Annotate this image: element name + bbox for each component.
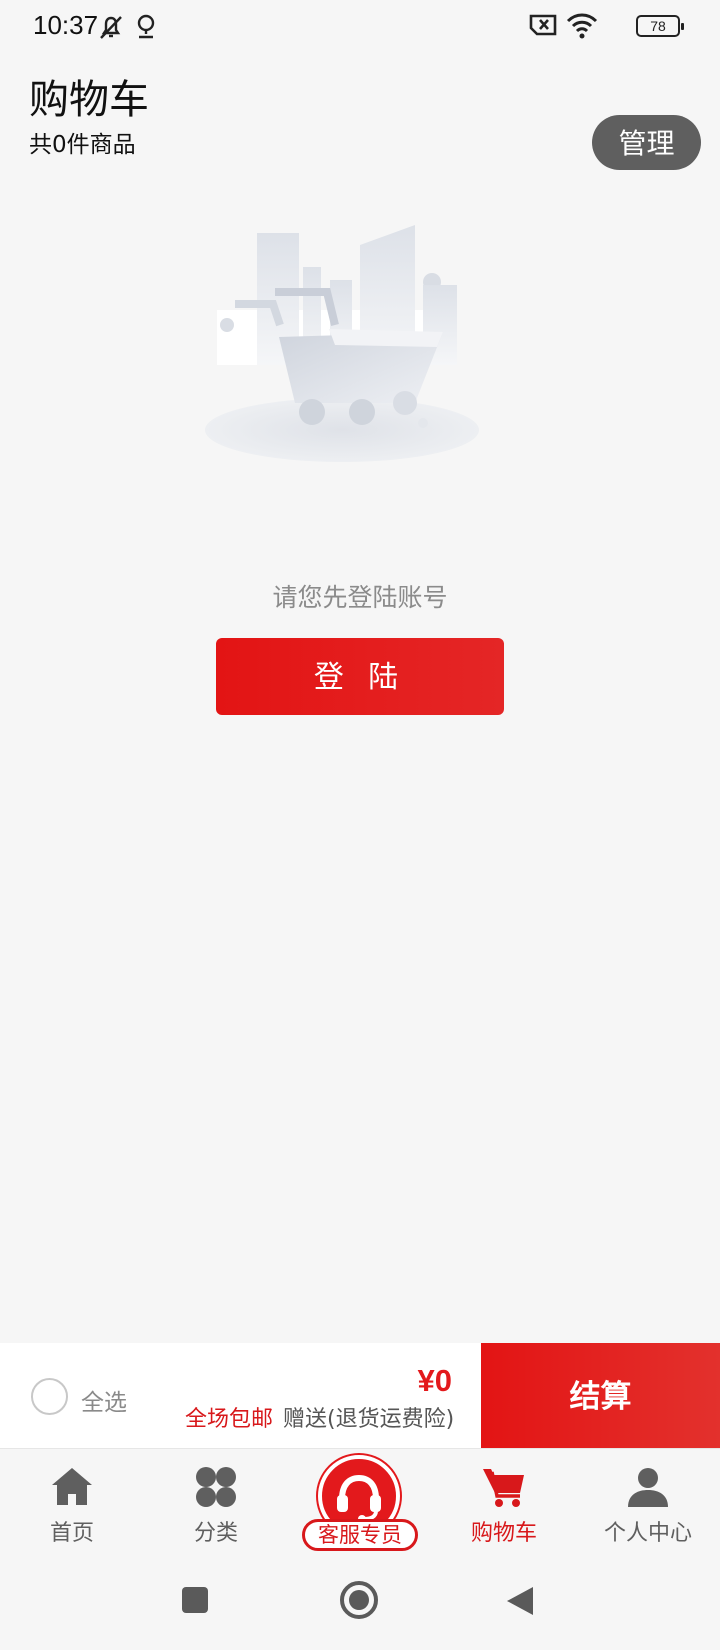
cart-icon bbox=[483, 1469, 524, 1507]
status-time: 10:37 bbox=[33, 10, 99, 40]
nav-label-category: 分类 bbox=[193, 1521, 238, 1546]
login-button[interactable]: 登 陆 bbox=[216, 638, 504, 715]
bottom-nav: 首页 分类 客服专员 购物车 个人中心 bbox=[0, 1448, 720, 1563]
nav-item-profile[interactable]: 个人中心 bbox=[576, 1449, 720, 1564]
empty-cart-icon bbox=[205, 225, 479, 462]
nav-label-cart: 购物车 bbox=[470, 1521, 537, 1546]
cart-screen: 10:37 78 购物车 共0件商品 管理 请您先登陆账号 登 陆 全选 ¥0 … bbox=[0, 0, 720, 1650]
total-price: ¥0 bbox=[417, 1363, 452, 1398]
home-button-icon[interactable] bbox=[339, 1580, 379, 1620]
gift-note: 赠送(退货运费险) bbox=[283, 1407, 455, 1432]
back-icon[interactable] bbox=[505, 1585, 535, 1617]
checkout-bar: 全选 ¥0 全场包邮 赠送(退货运费险) 结算 bbox=[0, 1343, 720, 1448]
no-sim-icon bbox=[529, 14, 557, 36]
location-icon bbox=[137, 14, 155, 39]
status-bar: 10:37 78 bbox=[0, 0, 720, 56]
nav-item-category[interactable]: 分类 bbox=[144, 1449, 288, 1564]
nav-item-cart[interactable]: 购物车 bbox=[432, 1449, 576, 1564]
user-icon bbox=[628, 1468, 668, 1507]
page-title: 购物车 bbox=[29, 77, 149, 123]
nav-label-profile: 个人中心 bbox=[603, 1521, 692, 1546]
select-all-label[interactable]: 全选 bbox=[81, 1383, 127, 1417]
notifications-muted-icon bbox=[100, 16, 122, 39]
wifi-icon bbox=[566, 13, 598, 39]
login-prompt: 请您先登陆账号 bbox=[272, 583, 448, 612]
item-count: 共0件商品 bbox=[29, 132, 136, 158]
recent-apps-icon[interactable] bbox=[180, 1585, 210, 1615]
checkout-button[interactable]: 结算 bbox=[481, 1343, 720, 1448]
home-icon bbox=[52, 1468, 92, 1505]
nav-label-customer-service: 客服专员 bbox=[302, 1519, 418, 1551]
nav-item-customer-service[interactable]: 客服专员 bbox=[288, 1449, 432, 1564]
free-shipping-label: 全场包邮 bbox=[185, 1407, 274, 1432]
nav-label-home: 首页 bbox=[49, 1521, 94, 1546]
system-nav-bar bbox=[0, 1563, 720, 1650]
category-icon bbox=[196, 1467, 236, 1507]
select-all-checkbox[interactable] bbox=[31, 1378, 68, 1415]
manage-button[interactable]: 管理 bbox=[592, 115, 701, 170]
battery-icon: 78 bbox=[636, 15, 684, 37]
nav-item-home[interactable]: 首页 bbox=[0, 1449, 144, 1564]
